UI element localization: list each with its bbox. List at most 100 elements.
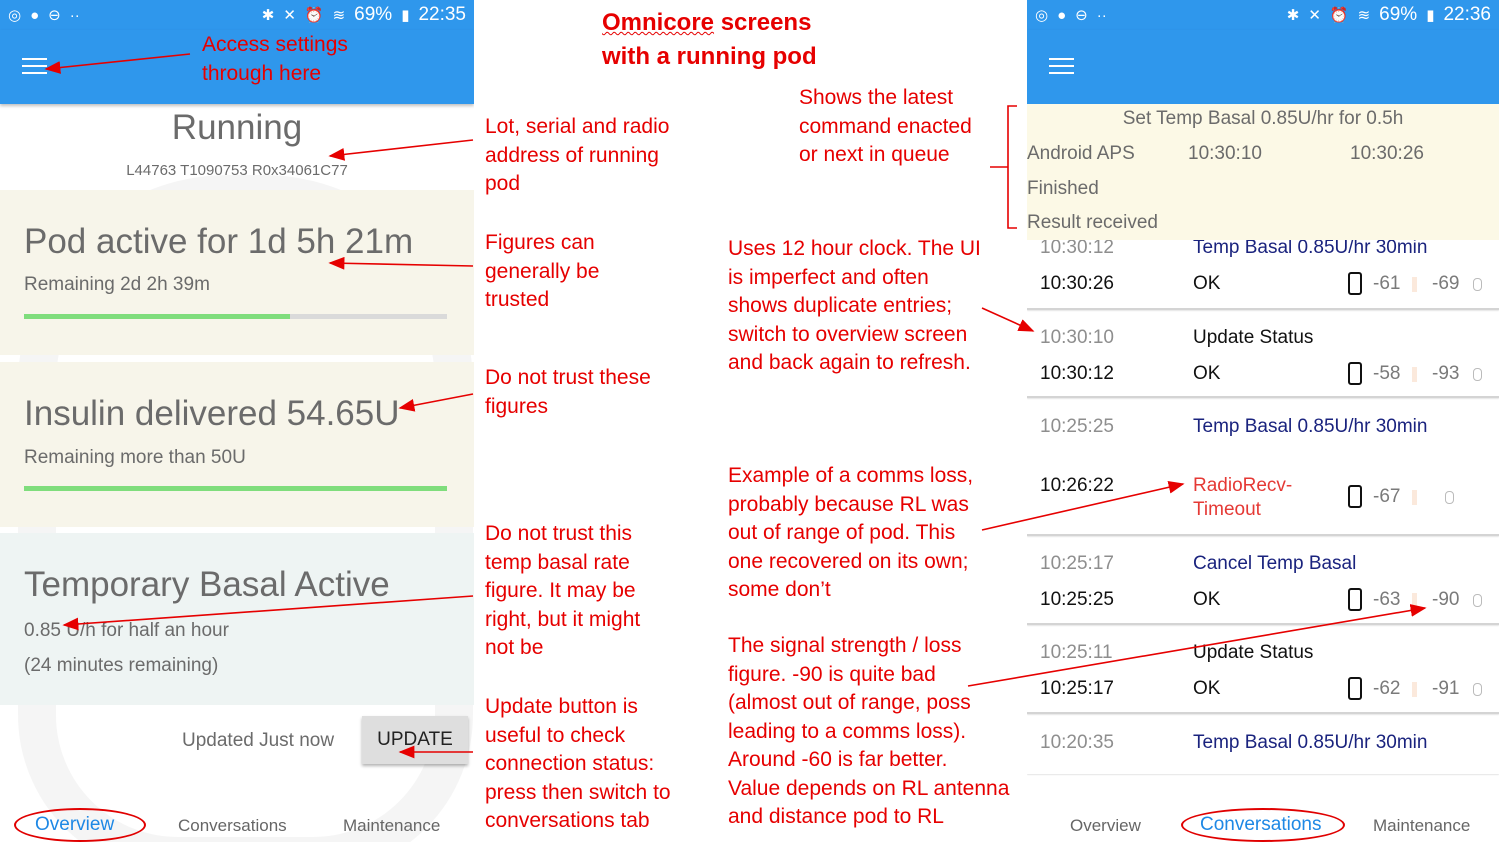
start-time: 10:30:12 (1040, 237, 1114, 258)
annotation-temp: Do not trust this temp basal rate figure… (485, 520, 640, 663)
signal-rl: -63 (1373, 589, 1401, 610)
mute-icon: ✕ (1308, 6, 1321, 24)
annotation-line: (almost out of range, poss (728, 691, 971, 714)
tab-conversations[interactable]: Conversations (1200, 814, 1321, 836)
insulin-card: Insulin delivered 54.65U Remaining more … (0, 362, 474, 527)
command-start-time: 10:30:10 (1188, 143, 1262, 164)
annotation-line: Shows the latest (799, 86, 954, 109)
annotation-line: some don’t (728, 578, 831, 601)
android-circle-icon: ◎ (1035, 6, 1049, 24)
annotation-line: Around -60 is far better. (728, 748, 948, 771)
do-not-disturb-icon: ⊖ (48, 6, 61, 24)
signal-pod: -91 (1432, 678, 1460, 699)
tab-overview[interactable]: Overview (35, 814, 114, 836)
annotation-line: press then switch to (485, 780, 671, 804)
annotation-line: or next in queue (799, 143, 950, 166)
command-end-time: 10:30:26 (1350, 143, 1424, 164)
annotation-latest: Shows the latest command enacted or next… (799, 84, 972, 170)
annotation-line: shows duplicate entries; (728, 294, 953, 317)
annotation-line: and distance pod to RL (728, 805, 944, 828)
annotation-line: Access settings (202, 33, 348, 56)
annotation-line: not be (485, 636, 544, 659)
water-drop-icon: ● (1057, 6, 1067, 24)
start-time: 10:25:17 (1040, 553, 1114, 574)
annotation-line: pod (485, 172, 521, 195)
command-state: Finished (1027, 178, 1099, 199)
status-bar: ◎ ● ⊖ ·· ✱ ✕ ⏰ ≋ 69% ▮ 22:36 (1027, 0, 1499, 30)
signal-dot (1412, 277, 1417, 292)
start-time: 10:30:10 (1040, 327, 1114, 348)
tab-maintenance[interactable]: Maintenance (1373, 816, 1470, 836)
annotation-signal: The signal strength / loss figure. -90 i… (728, 632, 1009, 832)
updated-label: Updated Just now (182, 730, 335, 751)
bluetooth-icon: ✱ (261, 6, 275, 24)
pod-icon (1473, 594, 1482, 607)
pod-identifiers: L44763 T1090753 R0x34061C77 (126, 162, 348, 179)
start-time: 10:25:11 (1040, 642, 1113, 663)
bracket-latest (990, 105, 1017, 229)
pod-active-text: Pod active for 1d 5h 21m (24, 222, 414, 261)
conversation-row[interactable]: 10:20:35 Temp Basal 0.85U/hr 30min (1027, 716, 1499, 774)
conversation-row[interactable]: 10:30:10 Update Status 10:30:12 OK -58 -… (1027, 312, 1499, 398)
result-label: OK (1193, 678, 1221, 699)
command-source: Android APS (1027, 143, 1135, 164)
annotation-line: temp basal rate (485, 550, 630, 574)
conversations-screen: ◎ ● ⊖ ·· ✱ ✕ ⏰ ≋ 69% ▮ 22:36 10:30:12 Te… (1027, 0, 1499, 842)
conversation-row[interactable]: 10:25:11 Update Status 10:25:17 OK -62 -… (1027, 627, 1499, 714)
menu-icon[interactable] (1049, 58, 1074, 76)
annotation-not-trust: Do not trust these figures (485, 364, 651, 421)
annotation-line: Lot, serial and radio (485, 115, 670, 138)
pod-icon (1473, 368, 1482, 381)
tab-maintenance[interactable]: Maintenance (343, 816, 440, 836)
annotation-line: conversations tab (485, 809, 650, 832)
end-time: 10:30:26 (1040, 273, 1114, 294)
end-time: 10:26:22 (1040, 475, 1114, 496)
result-label: OK (1193, 363, 1221, 384)
temp-basal-remaining: (24 minutes remaining) (24, 655, 219, 676)
signal-rl: -58 (1373, 363, 1401, 384)
signal-dot (1412, 490, 1417, 505)
pod-life-bar (24, 314, 447, 319)
update-button[interactable]: UPDATE (362, 716, 468, 764)
conversation-row[interactable]: 10:25:17 Cancel Temp Basal 10:25:25 OK -… (1027, 538, 1499, 625)
annotation-line: trusted (485, 288, 550, 311)
temp-basal-card: Temporary Basal Active 0.85 U/h for half… (0, 533, 474, 705)
clock: 22:36 (1443, 4, 1491, 25)
alarm-icon: ⏰ (1329, 6, 1349, 24)
menu-icon[interactable] (22, 58, 47, 76)
current-command-panel: Set Temp Basal 0.85U/hr for 0.5h Android… (1027, 104, 1499, 240)
annotation-line: figures (485, 394, 549, 418)
temp-basal-rate: 0.85 U/h for half an hour (24, 620, 229, 641)
water-drop-icon: ● (30, 6, 40, 24)
annotation-line: figure. It may be (485, 579, 636, 602)
annotation-line: Do not trust these (485, 366, 651, 389)
pod-remaining-text: Remaining 2d 2h 39m (24, 274, 210, 295)
annotation-line: command enacted (799, 114, 972, 138)
tab-conversations[interactable]: Conversations (178, 816, 287, 836)
result-label: OK (1193, 273, 1221, 294)
annotation-line: Example of a comms loss, (728, 464, 974, 487)
battery-icon: ▮ (401, 6, 410, 24)
start-time: 10:25:25 (1040, 416, 1114, 437)
phone-icon (1348, 272, 1362, 295)
command-label: Update Status (1193, 642, 1314, 663)
result-label: RadioRecv- Timeout (1193, 475, 1293, 520)
tab-overview[interactable]: Overview (1070, 816, 1141, 836)
annotation-figures: Figures can generally be trusted (485, 229, 599, 315)
annotation-line: switch to overview screen (728, 322, 968, 346)
annotation-lot: Lot, serial and radio address of running… (485, 113, 669, 199)
pod-icon (1445, 491, 1454, 504)
conversation-row[interactable]: 10:25:25 Temp Basal 0.85U/hr 30min 10:26… (1027, 401, 1499, 536)
title-line-2: with a running pod (602, 43, 817, 70)
annotation-line: out of range of pod. This (728, 521, 956, 544)
bottom-tabs: Overview Conversations Maintenance (1027, 800, 1499, 842)
signal-dot (1412, 593, 1417, 608)
result-label: OK (1193, 589, 1221, 610)
command-label: Temp Basal 0.85U/hr 30min (1193, 237, 1428, 258)
battery-percent: 69% (354, 4, 393, 25)
wifi-signal-icon: ≋ (1357, 6, 1371, 24)
current-command-title: Set Temp Basal 0.85U/hr for 0.5h (1122, 108, 1404, 129)
app-bar (1027, 30, 1499, 104)
command-label: Temp Basal 0.85U/hr 30min (1193, 732, 1428, 753)
title-word: Omnicore (602, 9, 715, 36)
